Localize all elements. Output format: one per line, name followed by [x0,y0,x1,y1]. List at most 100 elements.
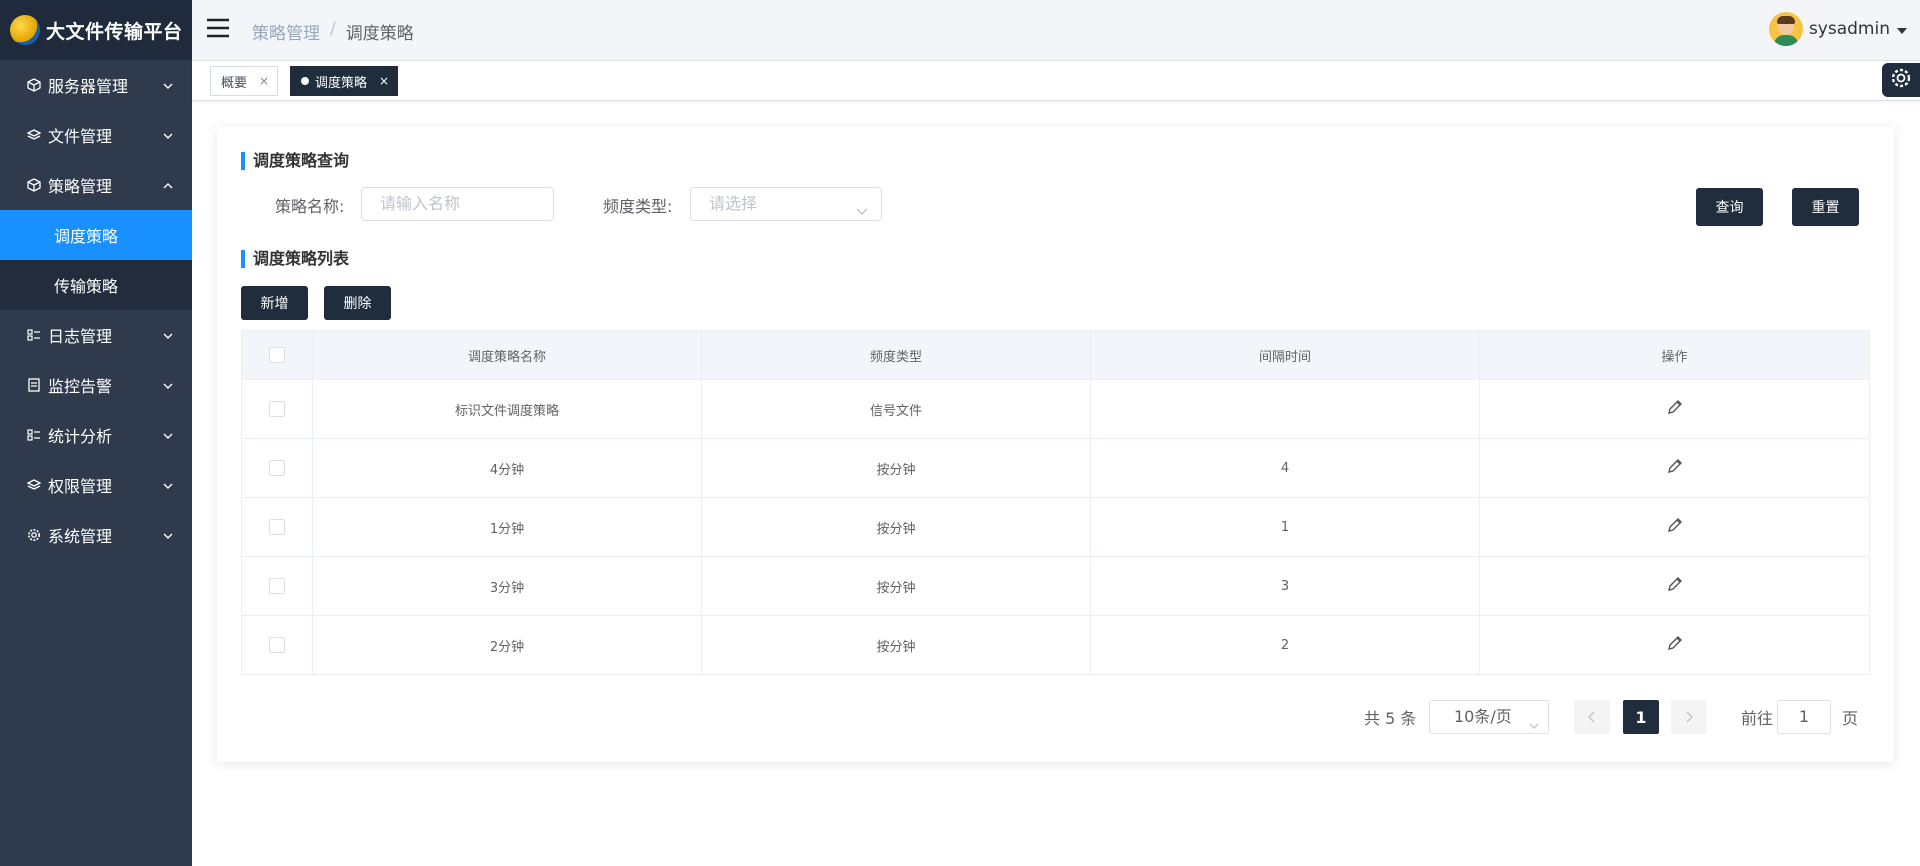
search-button[interactable]: 查询 [1696,188,1763,226]
chevron-left-icon [1587,708,1597,727]
sidebar-item-label: 日志管理 [48,327,113,346]
hamburger-icon[interactable] [206,17,230,39]
cell-type: 信号文件 [701,379,1091,439]
select-all-cell [241,330,313,380]
close-icon[interactable]: × [379,74,389,88]
cell-actions [1479,497,1870,557]
edit-icon[interactable] [1666,457,1684,479]
close-icon[interactable]: × [259,74,269,88]
column-header: 调度策略名称 [312,330,702,380]
strategy-table: 调度策略名称 频度类型 间隔时间 操作 标识文件调度策略 信号文件 4分钟 按分… [241,330,1870,675]
chevron-up-icon [162,177,174,196]
breadcrumb-item[interactable]: 策略管理 [252,19,320,44]
cell-name: 标识文件调度策略 [312,379,702,439]
layers-icon [26,127,42,143]
chevron-down-icon [162,77,174,96]
chevron-right-icon [1684,708,1694,727]
edit-icon[interactable] [1666,634,1684,656]
next-page-button[interactable] [1671,700,1707,734]
row-checkbox[interactable] [269,637,285,653]
table-row: 1分钟 按分钟 1 [241,497,1870,557]
pagination-total: 共 5 条 [1364,709,1417,728]
type-select-placeholder: 请选择 [709,194,758,213]
tab-overview[interactable]: 概要 × [210,66,279,96]
sidebar-item-file[interactable]: 文件管理 [0,110,192,160]
gear-icon [26,527,42,543]
app-title: 大文件传输平台 [46,20,183,43]
cell-name: 4分钟 [312,438,702,498]
layers-icon [26,477,42,493]
caret-down-icon [1896,20,1908,39]
sidebar-item-stats[interactable]: 统计分析 [0,410,192,460]
tab-schedule-strategy[interactable]: 调度策略 × [290,66,399,96]
table-row: 4分钟 按分钟 4 [241,438,1870,498]
user-menu[interactable]: sysadmin [1768,12,1908,46]
avatar [1768,12,1803,46]
row-checkbox[interactable] [269,460,285,476]
table-row: 标识文件调度策略 信号文件 [241,379,1870,439]
checkbox-cell [241,438,313,498]
sidebar-item-label: 服务器管理 [48,77,129,96]
tab-label: 概要 [221,75,248,91]
checkbox-cell [241,615,313,675]
sidebar-item-system[interactable]: 系统管理 [0,510,192,560]
select-all-checkbox[interactable] [269,347,285,363]
content-card: 调度策略查询 策略名称: 请输入名称 频度类型: 请选择 查询 重置 调度策略列… [217,127,1894,762]
delete-button[interactable]: 删除 [324,286,391,320]
sidebar-item-permission[interactable]: 权限管理 [0,460,192,510]
type-label: 频度类型: [603,197,673,216]
row-checkbox[interactable] [269,519,285,535]
cell-actions [1479,615,1870,675]
sidebar-item-label: 文件管理 [48,127,113,146]
cell-type: 按分钟 [701,556,1091,616]
list-icon [26,327,42,343]
prev-page-button[interactable] [1574,700,1610,734]
cell-actions [1479,379,1870,439]
page-suffix: 页 [1842,709,1859,728]
doc-icon [26,377,42,393]
reset-button[interactable]: 重置 [1792,188,1859,226]
cell-interval [1090,379,1480,439]
goto-label: 前往 [1741,709,1774,728]
chevron-down-icon [162,377,174,396]
chevron-down-icon [162,327,174,346]
row-checkbox[interactable] [269,578,285,594]
cell-interval: 1 [1090,497,1480,557]
active-dot-icon [301,77,309,85]
sidebar-item-log[interactable]: 日志管理 [0,310,192,360]
row-checkbox[interactable] [269,401,285,417]
name-input[interactable]: 请输入名称 [361,187,554,221]
chevron-down-icon [855,197,869,229]
table-header-row: 调度策略名称 频度类型 间隔时间 操作 [241,330,1870,380]
sidebar-item-label: 策略管理 [48,177,113,196]
gear-icon [1890,67,1912,93]
name-label: 策略名称: [275,197,345,216]
page-number-current[interactable]: 1 [1623,700,1659,734]
box-icon [26,177,42,193]
edit-icon[interactable] [1666,516,1684,538]
checkbox-cell [241,497,313,557]
chevron-down-icon [1528,711,1540,743]
column-header: 操作 [1479,330,1870,380]
table-row: 2分钟 按分钟 2 [241,615,1870,675]
type-select[interactable]: 请选择 [690,187,882,221]
page-size-select[interactable]: 10条/页 [1429,700,1549,734]
edit-icon[interactable] [1666,398,1684,420]
sidebar-item-server[interactable]: 服务器管理 [0,60,192,110]
goto-page-input[interactable]: 1 [1777,700,1831,734]
sidebar-item-transfer-strategy[interactable]: 传输策略 [0,260,192,310]
column-header: 频度类型 [701,330,1091,380]
sidebar-item-monitor[interactable]: 监控告警 [0,360,192,410]
sidebar-item-strategy[interactable]: 策略管理 [0,160,192,210]
list-icon [26,427,42,443]
sidebar-item-schedule-strategy[interactable]: 调度策略 [0,210,192,260]
cell-interval: 4 [1090,438,1480,498]
logo-icon [10,15,40,45]
cell-name: 2分钟 [312,615,702,675]
cell-name: 1分钟 [312,497,702,557]
query-section-title: 调度策略查询 [241,152,349,170]
cell-name: 3分钟 [312,556,702,616]
edit-icon[interactable] [1666,575,1684,597]
settings-button[interactable] [1882,63,1920,97]
add-button[interactable]: 新增 [241,286,308,320]
